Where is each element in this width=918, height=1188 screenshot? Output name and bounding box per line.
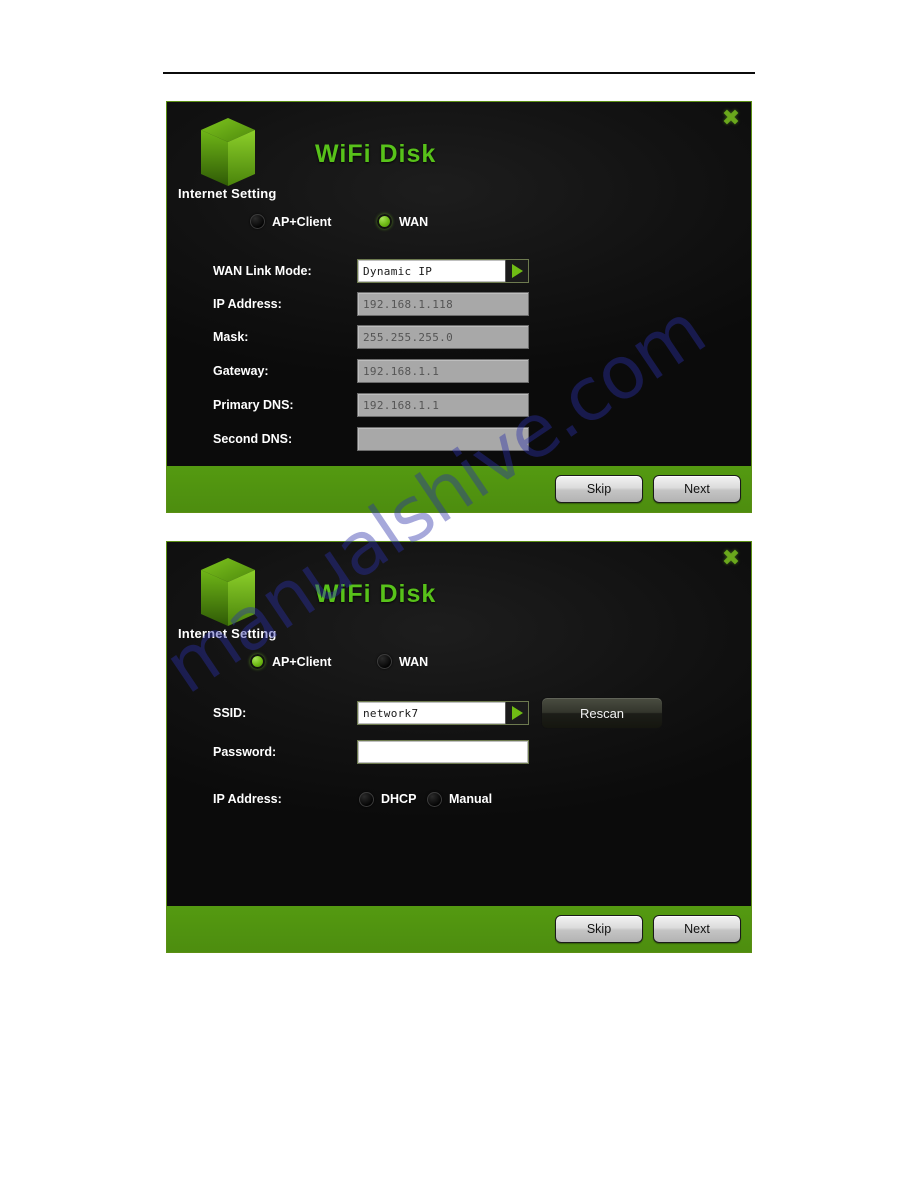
radio-dot xyxy=(250,654,265,669)
next-button[interactable]: Next xyxy=(653,475,741,503)
field-label: Password: xyxy=(213,745,277,759)
field-primary-dns: Primary DNS: 192.168.1.1 xyxy=(167,392,751,418)
radio-label: AP+Client xyxy=(272,214,332,229)
field-value: Dynamic IP xyxy=(363,264,433,278)
field-label: IP Address: xyxy=(213,297,282,311)
skip-button[interactable]: Skip xyxy=(555,475,643,503)
page-title: WiFi Disk xyxy=(315,580,437,608)
field-value: 255.255.255.0 xyxy=(363,330,453,344)
radio-dot xyxy=(359,791,374,807)
field-label: Gateway: xyxy=(213,364,269,378)
skip-button[interactable]: Skip xyxy=(555,915,643,943)
radio-label: AP+Client xyxy=(272,654,332,669)
dialog-footer: Skip Next xyxy=(167,466,751,512)
close-icon[interactable]: ✖ xyxy=(720,108,742,130)
gateway-input[interactable]: 192.168.1.1 xyxy=(357,359,529,383)
radio-dhcp[interactable]: DHCP xyxy=(359,791,417,807)
radio-label: DHCP xyxy=(381,792,417,806)
radio-dot xyxy=(427,791,442,807)
radio-label: WAN xyxy=(399,214,429,229)
section-title: Internet Setting xyxy=(178,626,277,641)
dialog-body: ✖ WiFi Disk Internet Setting AP+Client W… xyxy=(167,542,751,906)
radio-ap-client[interactable]: AP+Client xyxy=(250,654,331,669)
section-title: Internet Setting xyxy=(178,186,277,201)
field-label: WAN Link Mode: xyxy=(213,264,312,278)
field-gateway: Gateway: 192.168.1.1 xyxy=(167,358,751,384)
field-label: Mask: xyxy=(213,330,249,344)
page-header-rule xyxy=(163,72,755,74)
field-ip-address-mode: IP Address: DHCP Manual xyxy=(167,786,751,812)
field-mask: Mask: 255.255.255.0 xyxy=(167,324,751,350)
radio-wan[interactable]: WAN xyxy=(377,214,428,229)
field-password: Password: xyxy=(167,739,751,765)
radio-dot xyxy=(250,214,265,229)
field-ip-address: IP Address: 192.168.1.118 xyxy=(167,291,751,317)
wan-link-mode-select[interactable]: Dynamic IP xyxy=(357,259,529,283)
radio-label: Manual xyxy=(449,792,493,806)
field-label: Primary DNS: xyxy=(213,398,294,412)
primary-dns-input[interactable]: 192.168.1.1 xyxy=(357,393,529,417)
mode-radio-group: AP+Client WAN xyxy=(167,214,751,236)
dialog-body: ✖ WiFi Disk Internet Setting AP+Client W… xyxy=(167,102,751,466)
close-icon[interactable]: ✖ xyxy=(720,548,742,570)
field-second-dns: Second DNS: xyxy=(167,426,751,452)
second-dns-input[interactable] xyxy=(357,427,529,451)
field-label: IP Address: xyxy=(213,792,282,806)
ssid-select[interactable]: network7 xyxy=(357,701,529,725)
radio-wan[interactable]: WAN xyxy=(377,654,428,669)
field-label: Second DNS: xyxy=(213,432,293,446)
field-value: 192.168.1.118 xyxy=(363,297,453,311)
cube-logo-icon xyxy=(197,556,259,628)
chevron-right-icon[interactable] xyxy=(505,702,528,724)
mask-input[interactable]: 255.255.255.0 xyxy=(357,325,529,349)
field-value: network7 xyxy=(363,706,419,720)
dialog-footer: Skip Next xyxy=(167,906,751,952)
field-label: SSID: xyxy=(213,706,247,720)
radio-dot xyxy=(377,654,392,669)
field-wan-link-mode: WAN Link Mode: Dynamic IP xyxy=(167,258,751,284)
wifi-disk-dialog-ap-client: ✖ WiFi Disk Internet Setting AP+Client W… xyxy=(166,541,752,953)
ip-address-input[interactable]: 192.168.1.118 xyxy=(357,292,529,316)
field-ssid: SSID: network7 Rescan xyxy=(167,697,751,729)
radio-manual[interactable]: Manual xyxy=(427,791,493,807)
page-title: WiFi Disk xyxy=(315,140,437,168)
chevron-right-icon[interactable] xyxy=(505,260,528,282)
wifi-disk-dialog-wan: ✖ WiFi Disk Internet Setting AP+Client W… xyxy=(166,101,752,513)
cube-logo-icon xyxy=(197,116,259,188)
radio-ap-client[interactable]: AP+Client xyxy=(250,214,331,229)
radio-dot xyxy=(377,214,392,229)
field-value: 192.168.1.1 xyxy=(363,398,440,412)
radio-label: WAN xyxy=(399,654,429,669)
next-button[interactable]: Next xyxy=(653,915,741,943)
mode-radio-group: AP+Client WAN xyxy=(167,654,751,676)
field-value: 192.168.1.1 xyxy=(363,364,440,378)
rescan-button[interactable]: Rescan xyxy=(541,697,663,729)
password-input[interactable] xyxy=(357,740,529,764)
